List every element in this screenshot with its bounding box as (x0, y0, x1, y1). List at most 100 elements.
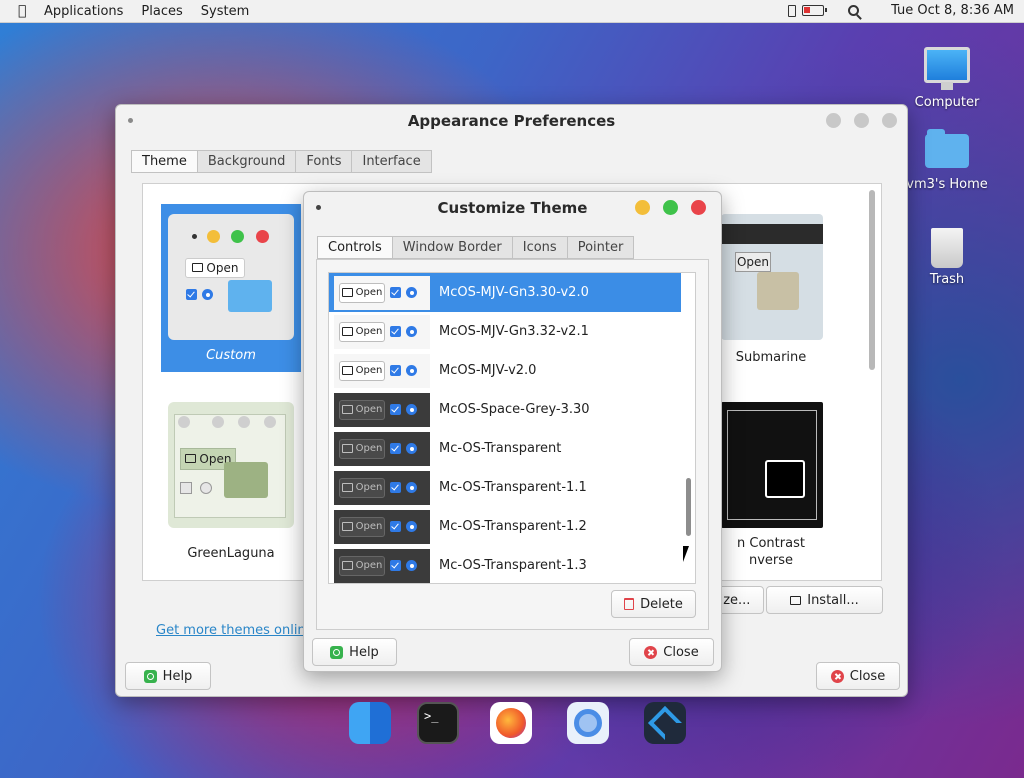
menu-applications[interactable]: Applications (44, 4, 123, 19)
tab-pointer[interactable]: Pointer (567, 236, 635, 259)
folder-icon (341, 561, 353, 570)
close-window-button[interactable] (691, 200, 706, 215)
clipboard-icon[interactable] (788, 4, 797, 17)
tab-fonts[interactable]: Fonts (296, 150, 353, 173)
maximize-button[interactable] (854, 113, 869, 128)
theme-list-item[interactable]: Open Mc-OS-Transparent-1.1 (329, 468, 681, 507)
install-button[interactable]: Install... (766, 586, 883, 614)
open-button-preview: Open (339, 399, 385, 420)
theme-name: McOS-MJV-v2.0 (439, 363, 537, 378)
firefox-icon[interactable] (490, 702, 532, 744)
theme-greenlaguna[interactable]: Open GreenLaguna (161, 402, 301, 570)
radio-icon (406, 404, 417, 415)
customize-tabs: Controls Window Border Icons Pointer (317, 236, 635, 259)
theme-preview: Open (721, 214, 823, 340)
theme-label: GreenLaguna (187, 546, 275, 561)
apple-icon[interactable]:  (18, 3, 36, 19)
radio-icon (406, 560, 417, 571)
computer-icon (924, 47, 970, 90)
theme-preview: Open (334, 431, 430, 466)
tab-window-border[interactable]: Window Border (392, 236, 513, 259)
theme-list-item[interactable]: Open McOS-Space-Grey-3.30 (329, 390, 681, 429)
theme-name: Mc-OS-Transparent (439, 441, 562, 456)
theme-preview: Open (334, 275, 430, 310)
customize-titlebar[interactable]: Customize Theme (304, 192, 721, 224)
theme-preview: Open (168, 402, 294, 528)
theme-list-item[interactable]: Open Mc-OS-Transparent-1.2 (329, 507, 681, 546)
checkbox-icon (390, 404, 401, 415)
close-window-button[interactable] (882, 113, 897, 128)
help-button[interactable]: Help (312, 638, 397, 666)
open-button-preview: Open (185, 258, 245, 278)
list-scrollbar[interactable] (686, 478, 691, 536)
desktop-icon-label: Computer (914, 95, 980, 110)
tab-theme[interactable]: Theme (131, 150, 198, 173)
vscode-icon[interactable] (644, 702, 686, 744)
help-icon (330, 645, 344, 659)
theme-list-item[interactable]: Open Mc-OS-Transparent-1.3 (329, 546, 681, 583)
folder-icon (341, 405, 353, 414)
theme-preview: Open (334, 548, 430, 583)
minimize-button[interactable] (826, 113, 841, 128)
folder-icon (757, 272, 799, 310)
close-icon (644, 645, 658, 659)
checkbox-icon (390, 521, 401, 532)
chromium-icon[interactable] (567, 702, 609, 744)
tab-icons[interactable]: Icons (512, 236, 568, 259)
theme-list-item[interactable]: Open McOS-MJV-Gn3.32-v2.1 (329, 312, 681, 351)
theme-label: nverse (748, 553, 794, 568)
theme-preview: Open (334, 509, 430, 544)
radio-icon (406, 326, 417, 337)
dialog-title: Customize Theme (437, 199, 588, 217)
folder-icon (224, 462, 268, 498)
open-button-preview: Open (339, 438, 385, 459)
folder-icon (341, 327, 353, 336)
appearance-titlebar[interactable]: Appearance Preferences (116, 105, 907, 137)
theme-preview: Open (334, 353, 430, 388)
folder-icon (341, 366, 353, 375)
battery-icon[interactable] (802, 5, 828, 16)
desktop-icon-trash[interactable]: Trash (892, 228, 1002, 287)
theme-grid-scrollbar[interactable] (869, 190, 875, 370)
theme-submarine[interactable]: Open Submarine (701, 214, 841, 372)
open-button-preview: Open (339, 477, 385, 498)
get-more-themes-link[interactable]: Get more themes online (156, 623, 314, 638)
theme-high-contrast-inverse[interactable]: n Contrast nverse (701, 402, 841, 572)
radio-icon (406, 482, 417, 493)
top-menu-bar:  Applications Places System Tue Oct 8, … (0, 0, 1024, 23)
help-button[interactable]: Help (125, 662, 211, 690)
tab-controls[interactable]: Controls (317, 236, 393, 259)
menu-system[interactable]: System (201, 4, 249, 19)
controls-theme-list: Open Mc-OS-Transparent-1.3 Open Mc-OS-Trans… (328, 272, 696, 584)
minimize-button[interactable] (635, 200, 650, 215)
window-menu-dot[interactable] (128, 118, 133, 123)
tab-background[interactable]: Background (197, 150, 297, 173)
theme-list-item[interactable]: Open Mc-OS-Transparent (329, 429, 681, 468)
menu-places[interactable]: Places (141, 4, 182, 19)
theme-list-item[interactable]: Open McOS-MJV-v2.0 (329, 351, 681, 390)
window-menu-dot[interactable] (316, 205, 321, 210)
finder-icon[interactable] (349, 702, 391, 744)
theme-label: Custom (206, 348, 256, 363)
desktop-icon-computer[interactable]: Computer (892, 47, 1002, 110)
customize-theme-dialog: Customize Theme Controls Window Border I… (303, 191, 722, 672)
search-icon[interactable] (848, 5, 860, 16)
close-button[interactable]: Close (629, 638, 714, 666)
theme-label: n Contrast (737, 536, 805, 551)
delete-button[interactable]: Delete (611, 590, 696, 618)
checkbox-icon (390, 482, 401, 493)
theme-name: McOS-MJV-Gn3.30-v2.0 (439, 285, 589, 300)
theme-list-item[interactable]: Open McOS-MJV-Gn3.30-v2.0 (329, 273, 681, 312)
close-button[interactable]: Close (816, 662, 900, 690)
terminal-icon[interactable]: >_ (417, 702, 459, 744)
maximize-button[interactable] (663, 200, 678, 215)
tab-interface[interactable]: Interface (352, 150, 432, 173)
open-button-preview: Open (339, 360, 385, 381)
theme-custom[interactable]: Open Custom (161, 204, 301, 372)
theme-name: Mc-OS-Transparent-1.1 (439, 480, 587, 495)
folder-icon (341, 288, 353, 297)
desktop-icon-home[interactable]: vm3's Home (892, 129, 1002, 192)
theme-name: Mc-OS-Transparent-1.2 (439, 519, 587, 534)
checkbox-icon (390, 365, 401, 376)
clock[interactable]: Tue Oct 8, 8:36 AM (891, 3, 1014, 18)
